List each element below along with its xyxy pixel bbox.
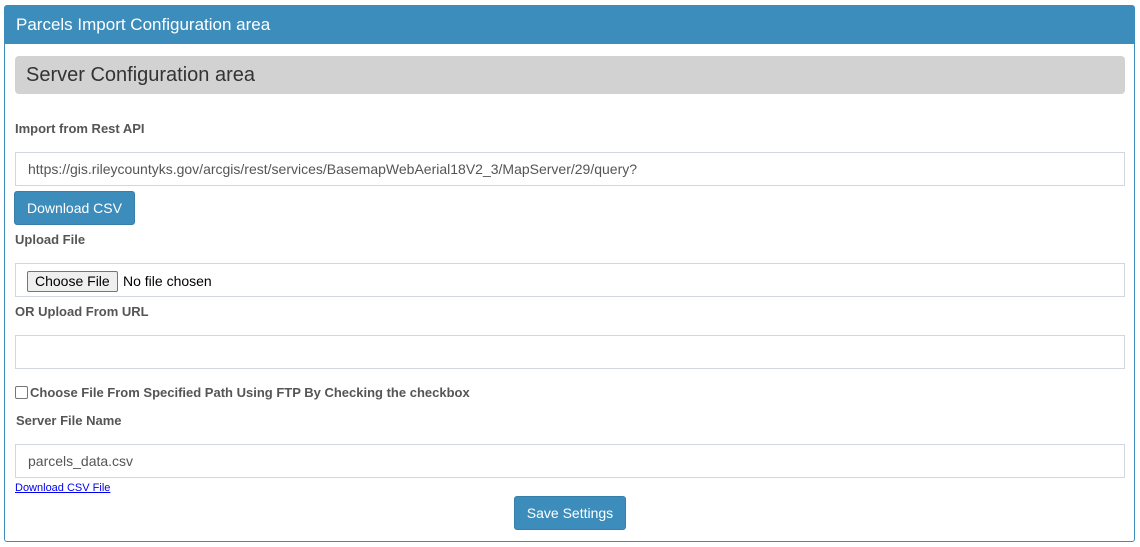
server-file-name-label: Server File Name bbox=[16, 413, 122, 428]
upload-file-label: Upload File bbox=[15, 232, 86, 247]
section-title: Server Configuration area bbox=[15, 56, 1125, 94]
download-csv-file-link[interactable]: Download CSV File bbox=[15, 482, 110, 494]
save-settings-button[interactable]: Save Settings bbox=[514, 496, 626, 530]
parcels-import-panel: Parcels Import Configuration area Server… bbox=[4, 5, 1135, 542]
download-csv-button[interactable]: Download CSV bbox=[14, 191, 135, 225]
upload-url-label: OR Upload From URL bbox=[15, 304, 149, 319]
file-status-text: No file chosen bbox=[123, 273, 212, 289]
rest-api-label: Import from Rest API bbox=[15, 121, 145, 136]
server-file-name-input[interactable]: parcels_data.csv bbox=[15, 444, 1125, 478]
ftp-checkbox[interactable] bbox=[15, 386, 28, 399]
ftp-checkbox-label[interactable]: Choose File From Specified Path Using FT… bbox=[30, 385, 470, 400]
upload-file-field: Choose File No file chosen bbox=[15, 263, 1125, 297]
rest-api-url-input[interactable]: https://gis.rileycountyks.gov/arcgis/res… bbox=[15, 152, 1125, 186]
upload-url-input[interactable] bbox=[15, 335, 1125, 369]
choose-file-button[interactable]: Choose File bbox=[27, 271, 118, 292]
panel-title: Parcels Import Configuration area bbox=[5, 6, 1134, 44]
